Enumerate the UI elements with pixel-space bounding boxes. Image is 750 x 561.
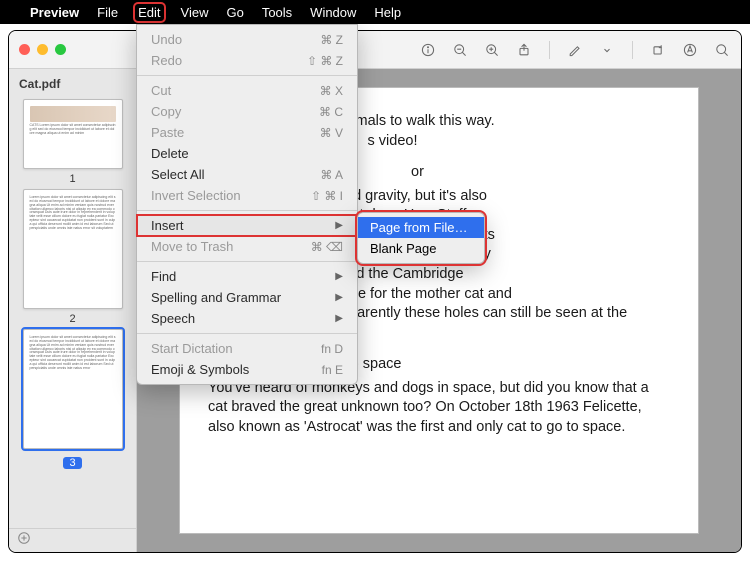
- edit-menu-dropdown: Undo⌘ Z Redo⇧ ⌘ Z Cut⌘ X Copy⌘ C Paste⌘ …: [136, 24, 358, 385]
- body-text: s video!: [368, 133, 418, 149]
- menu-item-move-to-trash[interactable]: Move to Trash⌘ ⌫: [137, 236, 357, 257]
- page-thumbnail[interactable]: CATS Lorem ipsum dolor sit amet consecte…: [23, 99, 123, 169]
- page-thumbnail[interactable]: Lorem ipsum dolor sit amet consectetur a…: [23, 329, 123, 449]
- submenu-arrow-icon: ▶: [335, 271, 343, 282]
- insert-submenu: Page from File… Blank Page: [357, 212, 485, 264]
- minimize-button[interactable]: [37, 44, 48, 55]
- menu-item-delete[interactable]: Delete: [137, 143, 357, 164]
- menu-item-undo[interactable]: Undo⌘ Z: [137, 29, 357, 50]
- thumbnail-sidebar: Cat.pdf CATS Lorem ipsum dolor sit amet …: [9, 69, 137, 552]
- menu-item-invert-selection[interactable]: Invert Selection⇧ ⌘ I: [137, 185, 357, 206]
- traffic-lights: [19, 44, 66, 55]
- menu-go[interactable]: Go: [226, 5, 243, 20]
- page-number-label: 1: [69, 173, 75, 185]
- zoom-in-icon[interactable]: [483, 41, 501, 59]
- body-text: You've heard of monkeys and dogs in spac…: [208, 379, 670, 438]
- menu-item-cut[interactable]: Cut⌘ X: [137, 80, 357, 101]
- menu-item-select-all[interactable]: Select All⌘ A: [137, 164, 357, 185]
- submenu-item-blank-page[interactable]: Blank Page: [358, 238, 484, 259]
- menubar: Preview File Edit View Go Tools Window H…: [0, 0, 750, 24]
- submenu-arrow-icon: ▶: [335, 313, 343, 324]
- menu-help[interactable]: Help: [374, 5, 401, 20]
- toolbar: [419, 41, 731, 59]
- menu-item-copy[interactable]: Copy⌘ C: [137, 101, 357, 122]
- menu-tools[interactable]: Tools: [262, 5, 292, 20]
- menu-item-start-dictation[interactable]: Start Dictationfn D: [137, 338, 357, 359]
- menu-item-insert[interactable]: Insert▶: [137, 215, 357, 236]
- menu-window[interactable]: Window: [310, 5, 356, 20]
- app-name[interactable]: Preview: [30, 5, 79, 20]
- zoom-out-icon[interactable]: [451, 41, 469, 59]
- page-number-label: 3: [63, 457, 81, 469]
- page-number-label: 2: [69, 313, 75, 325]
- menu-item-find[interactable]: Find▶: [137, 266, 357, 287]
- menu-edit[interactable]: Edit: [136, 5, 162, 20]
- body-text: or: [411, 164, 424, 180]
- submenu-arrow-icon: ▶: [335, 292, 343, 303]
- share-icon[interactable]: [515, 41, 533, 59]
- menu-item-spelling[interactable]: Spelling and Grammar▶: [137, 287, 357, 308]
- menu-item-redo[interactable]: Redo⇧ ⌘ Z: [137, 50, 357, 71]
- markup-icon[interactable]: [681, 41, 699, 59]
- search-icon[interactable]: [713, 41, 731, 59]
- preview-window: Cat.pdf CATS Lorem ipsum dolor sit amet …: [8, 30, 742, 553]
- close-button[interactable]: [19, 44, 30, 55]
- menu-view[interactable]: View: [181, 5, 209, 20]
- highlight-icon[interactable]: [566, 41, 584, 59]
- menu-file[interactable]: File: [97, 5, 118, 20]
- titlebar: [9, 31, 741, 69]
- sidebar-footer: [9, 528, 136, 552]
- menu-item-speech[interactable]: Speech▶: [137, 308, 357, 329]
- submenu-arrow-icon: ▶: [335, 220, 343, 231]
- document-title: Cat.pdf: [9, 69, 136, 95]
- dropdown-caret-icon[interactable]: [598, 41, 616, 59]
- menu-item-paste[interactable]: Paste⌘ V: [137, 122, 357, 143]
- info-icon[interactable]: [419, 41, 437, 59]
- add-page-icon[interactable]: [17, 531, 31, 550]
- submenu-item-page-from-file[interactable]: Page from File…: [358, 217, 484, 238]
- rotate-icon[interactable]: [649, 41, 667, 59]
- zoom-button[interactable]: [55, 44, 66, 55]
- menu-item-emoji[interactable]: Emoji & Symbolsfn E: [137, 359, 357, 380]
- page-thumbnail[interactable]: Lorem ipsum dolor sit amet consectetur a…: [23, 189, 123, 309]
